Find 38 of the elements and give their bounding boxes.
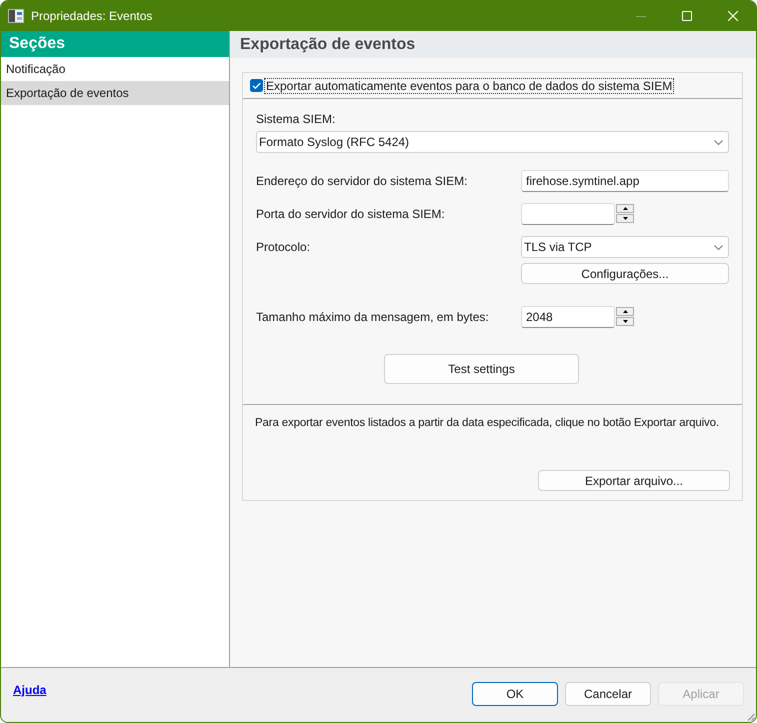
spin-up-button[interactable] xyxy=(616,204,634,213)
triangle-down-icon xyxy=(622,217,628,220)
dialog-button[interactable]: Cancelar xyxy=(565,682,651,706)
spin-up-button[interactable] xyxy=(616,307,634,316)
test-settings-button[interactable]: Test settings xyxy=(384,354,579,384)
export-file-button[interactable]: Exportar arquivo... xyxy=(538,470,730,491)
triangle-up-icon xyxy=(622,310,628,313)
dialog-button: Aplicar xyxy=(658,682,744,706)
dialog-button[interactable]: OK xyxy=(472,682,558,706)
spin-down-button[interactable] xyxy=(616,317,634,326)
settings-button[interactable]: Configurações... xyxy=(521,263,729,284)
sidebar-header: Seções xyxy=(1,31,229,57)
checkbox-label: Exportar automaticamente eventos para o banco de dados do sistema SIEM xyxy=(264,78,674,94)
chevron-down-icon xyxy=(714,140,723,144)
window-icon xyxy=(8,9,24,23)
resize-grip-icon xyxy=(747,713,755,721)
text-field[interactable]: firehose.symtinel.app xyxy=(521,170,729,192)
field-label: Tamanho máximo da mensagem, em bytes: xyxy=(256,309,489,326)
field-label: Endereço do servidor do sistema SIEM: xyxy=(256,173,468,190)
triangle-up-icon xyxy=(622,207,628,210)
field-label: Porta do servidor do sistema SIEM: xyxy=(256,206,445,223)
protocol-dropdown[interactable]: TLS via TCP xyxy=(521,236,729,258)
triangle-down-icon xyxy=(622,320,628,323)
export-instructions: Para exportar eventos listados a partir da data especificada, clique no botão Exportar arquivo. xyxy=(255,416,719,430)
spin-down-button[interactable] xyxy=(616,214,634,223)
window-title: Propriedades: Eventos xyxy=(31,8,152,25)
field-label: Sistema SIEM: xyxy=(256,112,336,126)
help-link[interactable]: Ajuda xyxy=(13,683,46,697)
number-field[interactable] xyxy=(521,203,615,225)
panel-header: Exportação de eventos xyxy=(230,31,756,58)
siem-system-dropdown[interactable]: Formato Syslog (RFC 5424) xyxy=(256,131,729,153)
chevron-down-icon xyxy=(714,244,723,250)
maximize-icon[interactable] xyxy=(682,11,692,21)
number-field[interactable]: 2048 xyxy=(521,306,615,328)
checkbox[interactable] xyxy=(250,79,263,92)
sidebar-item[interactable]: Exportação de eventos xyxy=(1,81,229,105)
close-icon[interactable] xyxy=(728,11,738,21)
field-label: Protocolo: xyxy=(256,239,310,256)
